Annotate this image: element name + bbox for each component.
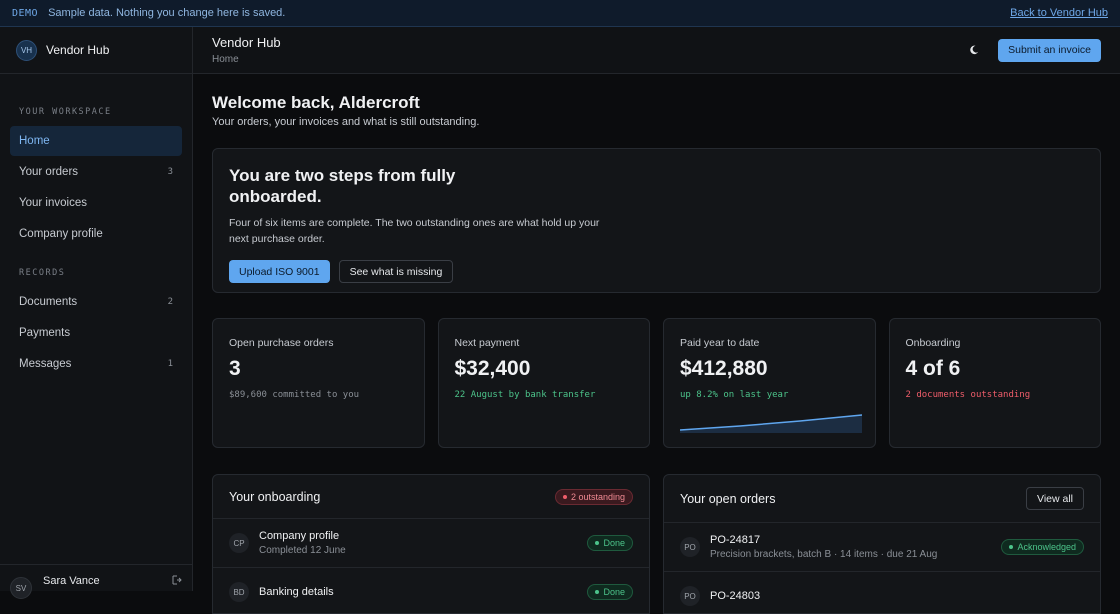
- sidebar-item-orders[interactable]: Your orders 3: [10, 157, 182, 187]
- stat-sub: up 8.2% on last year: [680, 390, 789, 400]
- list-item[interactable]: BD Banking details Done: [213, 568, 649, 613]
- stat-card-onboarding: Onboarding 4 of 6 2 documents outstandin…: [888, 318, 1101, 448]
- stats-row: Open purchase orders 3 $89,600 committed…: [212, 318, 1101, 448]
- see-missing-button[interactable]: See what is missing: [338, 260, 454, 283]
- stat-label: Onboarding: [905, 337, 961, 349]
- sidebar-item-count: 3: [167, 167, 173, 177]
- demo-banner: DEMO Sample data. Nothing you change her…: [0, 0, 1120, 27]
- demo-tag: DEMO: [12, 7, 39, 19]
- item-avatar: PO: [680, 537, 700, 557]
- sidebar-item-invoices[interactable]: Your invoices: [10, 188, 182, 218]
- table-row[interactable]: PO PO-24803: [664, 572, 1100, 613]
- hero-body: Four of six items are complete. The two …: [229, 217, 600, 245]
- stat-card-paid-ytd: Paid year to date $412,880 up 8.2% on la…: [663, 318, 876, 448]
- order-id: PO-24803: [710, 590, 761, 602]
- outstanding-badge: 2 outstanding: [554, 488, 633, 505]
- item-avatar: PO: [680, 586, 700, 606]
- top-bar: Vendor Hub Home Submit an invoice: [193, 27, 1120, 74]
- order-id: PO-24817: [710, 534, 761, 546]
- stat-label: Paid year to date: [680, 337, 760, 349]
- stat-sub: 2 documents outstanding: [905, 390, 1031, 400]
- main-content: Welcome back, Aldercroft Your orders, yo…: [212, 74, 1101, 614]
- item-title: Banking details: [259, 586, 334, 598]
- sidebar-item-label: Your orders: [19, 166, 79, 178]
- item-avatar: BD: [229, 582, 249, 602]
- upload-iso-button[interactable]: Upload ISO 9001: [229, 260, 330, 283]
- stat-value: $32,400: [454, 357, 531, 380]
- user-avatar: SV: [10, 577, 32, 599]
- status-badge: Done: [587, 584, 633, 600]
- table-row[interactable]: PO PO-24817 Precision brackets, batch B …: [664, 523, 1100, 572]
- sidebar-item-documents[interactable]: Documents 2: [10, 287, 182, 317]
- user-name: Sara Vance: [43, 575, 100, 587]
- view-all-button[interactable]: View all: [1026, 487, 1084, 510]
- paid-ytd-sparkline: [680, 414, 862, 433]
- stat-card-next-payment: Next payment $32,400 22 August by bank t…: [437, 318, 650, 448]
- sidebar-item-count: 2: [167, 297, 173, 307]
- sidebar-item-company-profile[interactable]: Company profile: [10, 219, 182, 249]
- stat-card-open-orders: Open purchase orders 3 $89,600 committed…: [212, 318, 425, 448]
- sidebar-item-label: Home: [19, 135, 50, 147]
- open-orders-panel: Your open orders View all PO PO-24817 Pr…: [663, 474, 1101, 614]
- sidebar: VH Vendor Hub YOUR WORKSPACE Home Your o…: [0, 27, 193, 599]
- demo-message: Sample data. Nothing you change here is …: [48, 7, 286, 19]
- item-avatar: CP: [229, 533, 249, 553]
- stat-label: Next payment: [454, 337, 520, 349]
- stat-label: Open purchase orders: [229, 337, 334, 349]
- sidebar-item-label: Company profile: [19, 228, 103, 240]
- back-to-vendor-hub-link[interactable]: Back to Vendor Hub: [1010, 7, 1108, 19]
- onboarding-hero-card: You are two steps from fully onboarded. …: [212, 148, 1101, 293]
- page-title: Vendor Hub: [212, 35, 281, 50]
- order-sub: Precision brackets, batch B · 14 items ·…: [710, 549, 938, 560]
- sidebar-item-label: Messages: [19, 358, 72, 370]
- sidebar-item-label: Your invoices: [19, 197, 87, 209]
- submit-invoice-button[interactable]: Submit an invoice: [998, 38, 1101, 62]
- item-title: Company profile: [259, 530, 340, 542]
- stat-value: $412,880: [680, 357, 768, 380]
- onboarding-panel: Your onboarding 2 outstanding CP Company…: [212, 474, 650, 614]
- welcome-subtitle: Your orders, your invoices and what is s…: [212, 116, 480, 128]
- stat-sub: $89,600 committed to you: [229, 390, 360, 400]
- sidebar-item-home[interactable]: Home: [10, 126, 182, 156]
- brand-avatar: VH: [16, 39, 37, 61]
- status-badge: Acknowledged: [1001, 539, 1084, 555]
- moon-icon[interactable]: [964, 40, 984, 60]
- panels-row: Your onboarding 2 outstanding CP Company…: [212, 474, 1101, 614]
- stat-value: 4 of 6: [905, 357, 961, 380]
- stat-value: 3: [229, 357, 241, 380]
- sidebar-item-count: 1: [167, 359, 173, 369]
- records-section-label: RECORDS: [19, 268, 66, 278]
- stat-sub: 22 August by bank transfer: [454, 390, 596, 400]
- welcome-title: Welcome back, Aldercroft: [212, 93, 420, 112]
- sidebar-item-payments[interactable]: Payments: [10, 318, 182, 348]
- list-item[interactable]: CP Company profile Completed 12 June Don…: [213, 519, 649, 568]
- open-orders-title: Your open orders: [680, 491, 776, 506]
- status-badge: Done: [587, 535, 633, 551]
- onboarding-panel-title: Your onboarding: [229, 489, 321, 504]
- brand-name: Vendor Hub: [46, 43, 110, 57]
- sidebar-item-label: Documents: [19, 296, 78, 308]
- hero-title: You are two steps from fully onboarded.: [229, 166, 456, 206]
- brand[interactable]: VH Vendor Hub: [0, 27, 192, 74]
- sidebar-item-messages[interactable]: Messages 1: [10, 349, 182, 379]
- breadcrumb: Home: [212, 54, 239, 65]
- user-menu[interactable]: SV Sara Vance: [0, 564, 192, 599]
- workspace-section-label: YOUR WORKSPACE: [19, 107, 112, 117]
- sidebar-item-label: Payments: [19, 327, 71, 339]
- logout-icon[interactable]: [172, 575, 182, 588]
- item-sub: Completed 12 June: [259, 545, 346, 556]
